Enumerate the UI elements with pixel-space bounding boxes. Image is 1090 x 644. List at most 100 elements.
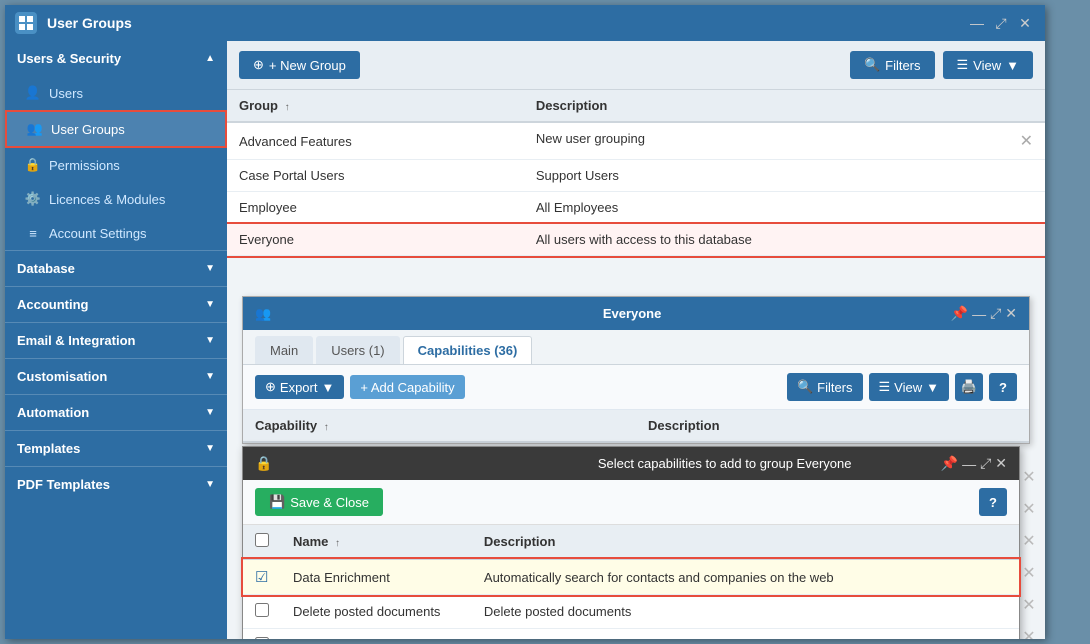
cap-description: Automatically search for contacts and co… xyxy=(472,559,1019,595)
del-btn-3[interactable]: ✕ xyxy=(1018,525,1040,557)
cap-window-controls: 📌 — ⤢ ✕ xyxy=(941,455,1007,472)
cap-description: Delete posted documents xyxy=(472,595,1019,629)
group-name: Employee xyxy=(227,192,524,224)
window-controls: — ⤢ ✕ xyxy=(967,13,1035,33)
row-checkbox[interactable] xyxy=(255,637,269,639)
chevron-down-icon-7: ▼ xyxy=(205,479,215,490)
sidebar-section-automation[interactable]: Automation ▼ xyxy=(5,395,227,430)
sidebar-item-licences[interactable]: ⚙️ Licences & Modules xyxy=(5,182,227,216)
table-row[interactable]: Case Portal Users Support Users xyxy=(227,160,1045,192)
export-icon: ⊕ xyxy=(265,379,276,395)
cap-toolbar: 💾 Save & Close ? xyxy=(243,480,1019,525)
table-row[interactable]: Employee All Employees xyxy=(227,192,1045,224)
minimize-sub-button[interactable]: — xyxy=(972,305,986,322)
checked-icon[interactable]: ☑ xyxy=(255,569,268,586)
sidebar-item-users[interactable]: 👤 Users xyxy=(5,76,227,110)
minimize-button[interactable]: — xyxy=(967,13,987,33)
chevron-down-icon: ▼ xyxy=(205,263,215,274)
group-description: New user grouping ✕ xyxy=(524,122,1045,160)
sidebar-section-database[interactable]: Database ▼ xyxy=(5,251,227,286)
export-button[interactable]: ⊕ Export ▼ xyxy=(255,375,344,399)
checkbox-cell[interactable]: ☑ xyxy=(243,559,281,595)
delete-icon[interactable]: ✕ xyxy=(1020,131,1033,151)
sub-view-button[interactable]: ☰ View ▼ xyxy=(869,373,949,401)
chevron-down-icon: ▼ xyxy=(321,380,334,395)
sidebar-item-user-groups[interactable]: 👥 User Groups xyxy=(5,110,227,148)
add-capability-button[interactable]: + Add Capability xyxy=(350,375,464,399)
capability-selector-window: 🔒 Select capabilities to add to group Ev… xyxy=(242,446,1020,639)
del-btn-4[interactable]: ✕ xyxy=(1018,557,1040,589)
chevron-down-icon-5: ▼ xyxy=(205,407,215,418)
save-close-button[interactable]: 💾 Save & Close xyxy=(255,488,383,516)
checkbox-cell[interactable] xyxy=(243,595,281,629)
tab-capabilities[interactable]: Capabilities (36) xyxy=(403,336,533,364)
expand-sub-button[interactable]: ⤢ xyxy=(990,305,1001,322)
close-sub-button[interactable]: ✕ xyxy=(1005,305,1017,322)
table-row[interactable]: ☑ Data Enrichment Automatically search f… xyxy=(243,559,1019,595)
close-cap-button[interactable]: ✕ xyxy=(995,455,1007,472)
filters-button[interactable]: 🔍 Filters xyxy=(850,51,935,79)
tab-users[interactable]: Users (1) xyxy=(316,336,399,364)
title-bar: User Groups — ⤢ ✕ xyxy=(5,5,1045,41)
help-button[interactable]: ? xyxy=(989,373,1017,401)
pin-button[interactable]: 📌 xyxy=(951,305,968,322)
cap-selector-table: Name ↑ Description ☑ Data Enrichment xyxy=(243,525,1019,639)
sidebar-section-templates[interactable]: Templates ▼ xyxy=(5,431,227,466)
row-checkbox[interactable] xyxy=(255,603,269,617)
chevron-up-icon: ▲ xyxy=(205,53,215,64)
cap-name: Delete posted documents xyxy=(281,595,472,629)
table-row[interactable]: Downgrade Opportunity t... Allow an Oppo… xyxy=(243,629,1019,640)
sub-filters-button[interactable]: 🔍 Filters xyxy=(787,373,863,401)
minimize-cap-button[interactable]: — xyxy=(962,455,976,472)
content-area: ⊕ + New Group 🔍 Filters ☰ View ▼ xyxy=(227,41,1045,639)
col-name[interactable]: Name ↑ xyxy=(281,525,472,559)
sidebar-item-permissions[interactable]: 🔒 Permissions xyxy=(5,148,227,182)
col-description[interactable]: Description xyxy=(524,90,1045,122)
del-btn-6[interactable]: ✕ xyxy=(1018,621,1040,639)
new-group-button[interactable]: ⊕ + New Group xyxy=(239,51,360,79)
col-group[interactable]: Group ↑ xyxy=(227,90,524,122)
cap-help-button[interactable]: ? xyxy=(979,488,1007,516)
sidebar-section-pdf[interactable]: PDF Templates ▼ xyxy=(5,467,227,502)
select-all-checkbox[interactable] xyxy=(255,533,269,547)
sidebar-section-accounting[interactable]: Accounting ▼ xyxy=(5,287,227,322)
plus-icon: ⊕ xyxy=(253,57,264,73)
lock-icon: 🔒 xyxy=(25,157,41,173)
del-btn-1[interactable]: ✕ xyxy=(1018,461,1040,493)
print-button[interactable]: 🖨️ xyxy=(955,373,983,401)
checkbox-cell[interactable] xyxy=(243,629,281,640)
list-icon: ≡ xyxy=(25,225,41,241)
del-btn-2[interactable]: ✕ xyxy=(1018,493,1040,525)
cap-name: Downgrade Opportunity t... xyxy=(281,629,472,640)
maximize-button[interactable]: ⤢ xyxy=(991,13,1011,33)
sub-toolbar-right: 🔍 Filters ☰ View ▼ 🖨️ ? xyxy=(787,373,1017,401)
col-checkbox xyxy=(243,525,281,559)
view-button[interactable]: ☰ View ▼ xyxy=(943,51,1033,79)
table-row[interactable]: Advanced Features New user grouping ✕ xyxy=(227,122,1045,160)
col-capability[interactable]: Capability ↑ xyxy=(243,410,636,442)
sub-toolbar-left: ⊕ Export ▼ + Add Capability xyxy=(255,375,465,399)
chevron-down-icon-6: ▼ xyxy=(205,443,215,454)
pin-cap-button[interactable]: 📌 xyxy=(941,455,958,472)
sidebar: Users & Security ▲ 👤 Users 👥 User Groups… xyxy=(5,41,227,639)
group-description: All users with access to this database xyxy=(524,224,1045,256)
expand-cap-button[interactable]: ⤢ xyxy=(980,455,991,472)
table-row[interactable]: Everyone All users with access to this d… xyxy=(227,224,1045,256)
del-btn-5[interactable]: ✕ xyxy=(1018,589,1040,621)
main-toolbar: ⊕ + New Group 🔍 Filters ☰ View ▼ xyxy=(227,41,1045,90)
table-row[interactable]: Delete posted documents Delete posted do… xyxy=(243,595,1019,629)
group-name: Advanced Features xyxy=(227,122,524,160)
sidebar-item-account-settings[interactable]: ≡ Account Settings xyxy=(5,216,227,250)
sub-window-tabs: Main Users (1) Capabilities (36) xyxy=(243,330,1029,365)
sidebar-section-users-security[interactable]: Users & Security ▲ xyxy=(5,41,227,76)
cap-description: Allow an Opportunity to be downgraded to… xyxy=(472,629,1019,640)
col-cap-description[interactable]: Description xyxy=(636,410,1029,442)
col-desc[interactable]: Description xyxy=(472,525,1019,559)
sidebar-section-email[interactable]: Email & Integration ▼ xyxy=(5,323,227,358)
group-name: Everyone xyxy=(227,224,524,256)
close-button[interactable]: ✕ xyxy=(1015,13,1035,33)
tab-main[interactable]: Main xyxy=(255,336,313,364)
sidebar-section-customisation[interactable]: Customisation ▼ xyxy=(5,359,227,394)
sort-arrow-cap: ↑ xyxy=(324,422,329,433)
app-icon xyxy=(15,12,37,34)
